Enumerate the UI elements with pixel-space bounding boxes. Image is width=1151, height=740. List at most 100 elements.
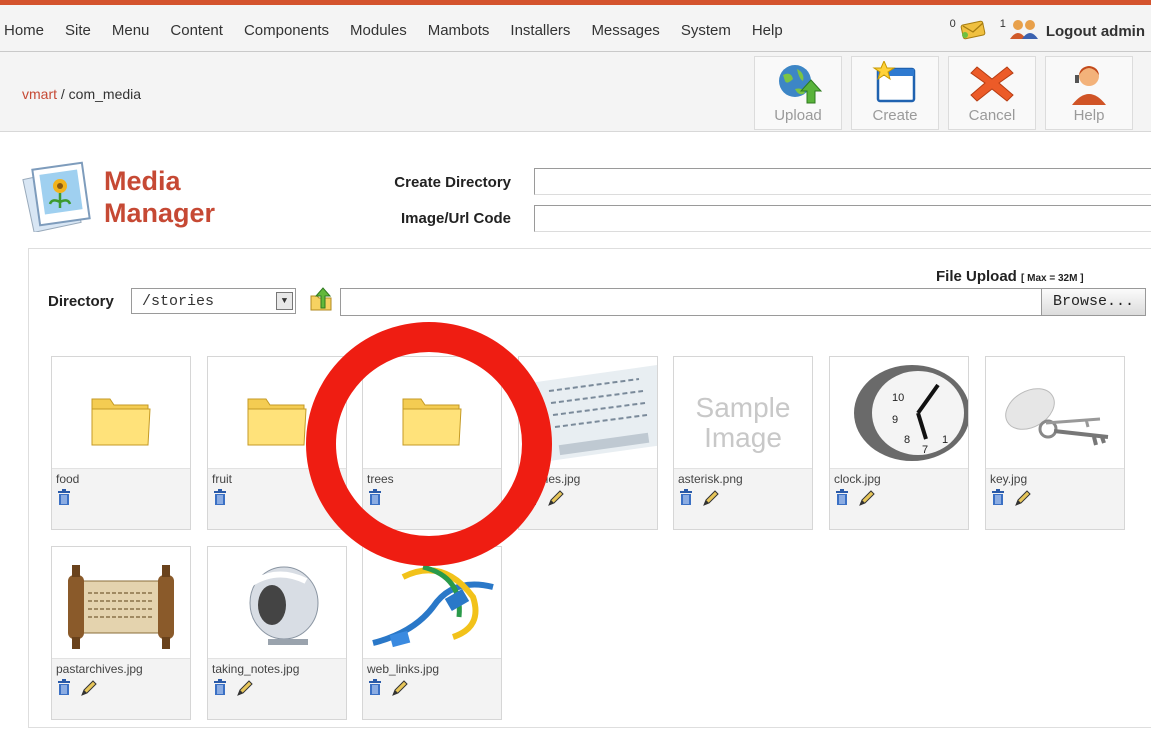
delete-icon[interactable] bbox=[835, 489, 849, 505]
edit-pencil-icon[interactable] bbox=[80, 679, 98, 697]
item-thumbnail[interactable]: 10 9 8 7 1 bbox=[830, 357, 968, 469]
edit-pencil-icon[interactable] bbox=[1014, 489, 1032, 507]
directory-value: /stories bbox=[142, 293, 215, 310]
item-thumbnail[interactable] bbox=[208, 547, 346, 659]
delete-icon[interactable] bbox=[57, 679, 71, 695]
delete-icon[interactable] bbox=[368, 679, 382, 695]
menu-system[interactable]: System bbox=[681, 22, 731, 39]
delete-icon[interactable] bbox=[679, 489, 693, 505]
users-count: 1 bbox=[999, 18, 1006, 30]
item-thumbnail[interactable]: Sample Image bbox=[674, 357, 812, 469]
item-name: pastarchives.jpg bbox=[56, 662, 143, 676]
create-directory-label: Create Directory bbox=[394, 174, 511, 191]
breadcrumb: vmart / com_media bbox=[22, 86, 141, 102]
edit-pencil-icon[interactable] bbox=[858, 489, 876, 507]
menu-mambots[interactable]: Mambots bbox=[428, 22, 490, 39]
delete-icon[interactable] bbox=[57, 489, 71, 505]
new-window-icon bbox=[872, 61, 916, 103]
file-upload-input[interactable] bbox=[340, 288, 1042, 316]
sample-text-line1: Sample bbox=[695, 392, 791, 423]
media-item[interactable]: taking_notes.jpg bbox=[207, 546, 347, 720]
image-url-input[interactable] bbox=[534, 205, 1151, 232]
page-title-line1: Media bbox=[104, 166, 181, 196]
breadcrumb-link[interactable]: vmart bbox=[22, 86, 57, 102]
page-title: Media Manager bbox=[104, 165, 215, 229]
top-menu-bar: Home Site Menu Content Components Module… bbox=[0, 0, 1151, 52]
media-item[interactable]: key.jpg bbox=[985, 356, 1125, 530]
item-name: clock.jpg bbox=[834, 472, 881, 486]
item-name: food bbox=[56, 472, 80, 486]
notes-icon bbox=[249, 566, 319, 645]
menu-modules[interactable]: Modules bbox=[350, 22, 407, 39]
create-button[interactable]: Create bbox=[851, 56, 939, 130]
file-upload-max: [ Max = 32M ] bbox=[1021, 273, 1084, 284]
delete-icon[interactable] bbox=[991, 489, 1005, 505]
delete-icon[interactable] bbox=[213, 489, 227, 505]
file-upload-label: File Upload [ Max = 32M ] bbox=[936, 268, 1084, 285]
logout-link[interactable]: Logout admin bbox=[1046, 23, 1145, 40]
folder-up-icon[interactable] bbox=[309, 286, 333, 317]
browse-button[interactable]: Browse... bbox=[1041, 288, 1146, 316]
item-thumbnail[interactable] bbox=[52, 357, 190, 469]
dropdown-arrow-icon[interactable]: ▼ bbox=[276, 292, 293, 310]
media-item[interactable]: Sample Image asterisk.png bbox=[673, 356, 813, 530]
help-person-icon bbox=[1072, 66, 1106, 105]
media-item[interactable]: 10 9 8 7 1 clock.jpg bbox=[829, 356, 969, 530]
delete-icon[interactable] bbox=[213, 679, 227, 695]
svg-text:1: 1 bbox=[942, 434, 948, 446]
edit-pencil-icon[interactable] bbox=[236, 679, 254, 697]
highlight-ring-annotation bbox=[306, 322, 552, 566]
toolbar: vmart / com_media Upload Create Cancel H… bbox=[0, 52, 1151, 132]
item-thumbnail[interactable] bbox=[52, 547, 190, 659]
menu-menu[interactable]: Menu bbox=[112, 22, 150, 39]
cancel-x-icon bbox=[970, 66, 1014, 102]
menu-help[interactable]: Help bbox=[752, 22, 783, 39]
status-area: 0 1 Logout admin bbox=[950, 18, 1145, 44]
item-thumbnail[interactable] bbox=[986, 357, 1124, 469]
mail-icon[interactable] bbox=[958, 18, 988, 44]
menu-site[interactable]: Site bbox=[65, 22, 91, 39]
item-name: key.jpg bbox=[990, 472, 1028, 486]
svg-text:8: 8 bbox=[904, 434, 910, 446]
users-icon[interactable] bbox=[1008, 18, 1040, 44]
upload-label: Upload bbox=[774, 107, 822, 124]
key-icon bbox=[1005, 388, 1109, 446]
messages-count: 0 bbox=[949, 18, 956, 30]
cancel-label: Cancel bbox=[968, 107, 1016, 124]
menu-messages[interactable]: Messages bbox=[591, 22, 659, 39]
media-manager-logo-icon bbox=[22, 158, 94, 237]
help-label: Help bbox=[1073, 107, 1105, 124]
svg-text:9: 9 bbox=[892, 414, 898, 426]
upload-button[interactable]: Upload bbox=[754, 56, 842, 130]
folder-icon bbox=[91, 398, 151, 446]
edit-pencil-icon[interactable] bbox=[547, 489, 565, 507]
menu-components[interactable]: Components bbox=[244, 22, 329, 39]
help-button[interactable]: Help bbox=[1045, 56, 1133, 130]
item-name: fruit bbox=[212, 472, 233, 486]
directory-select[interactable]: /stories ▼ bbox=[131, 288, 296, 314]
create-label: Create bbox=[872, 107, 918, 124]
svg-text:10: 10 bbox=[892, 392, 904, 404]
main-menu: Home Site Menu Content Components Module… bbox=[4, 22, 804, 39]
breadcrumb-current: com_media bbox=[68, 86, 142, 102]
create-directory-input[interactable] bbox=[534, 168, 1151, 195]
sample-image-text: Sample Image bbox=[674, 393, 812, 453]
cancel-button[interactable]: Cancel bbox=[948, 56, 1036, 130]
image-url-label: Image/Url Code bbox=[400, 210, 511, 227]
breadcrumb-separator: / bbox=[57, 86, 69, 102]
media-item[interactable]: pastarchives.jpg bbox=[51, 546, 191, 720]
media-item[interactable]: web_links.jpg bbox=[362, 546, 502, 720]
item-name: taking_notes.jpg bbox=[212, 662, 300, 676]
edit-pencil-icon[interactable] bbox=[702, 489, 720, 507]
media-item[interactable]: food bbox=[51, 356, 191, 530]
menu-content[interactable]: Content bbox=[170, 22, 223, 39]
scroll-icon bbox=[68, 565, 174, 649]
file-upload-text: File Upload bbox=[936, 268, 1017, 285]
edit-pencil-icon[interactable] bbox=[391, 679, 409, 697]
clock-icon: 10 987 1 bbox=[854, 365, 968, 461]
sample-text-line2: Image bbox=[704, 422, 782, 453]
menu-home[interactable]: Home bbox=[4, 22, 44, 39]
directory-label: Directory bbox=[48, 293, 114, 310]
page-title-line2: Manager bbox=[104, 198, 216, 228]
menu-installers[interactable]: Installers bbox=[510, 22, 570, 39]
